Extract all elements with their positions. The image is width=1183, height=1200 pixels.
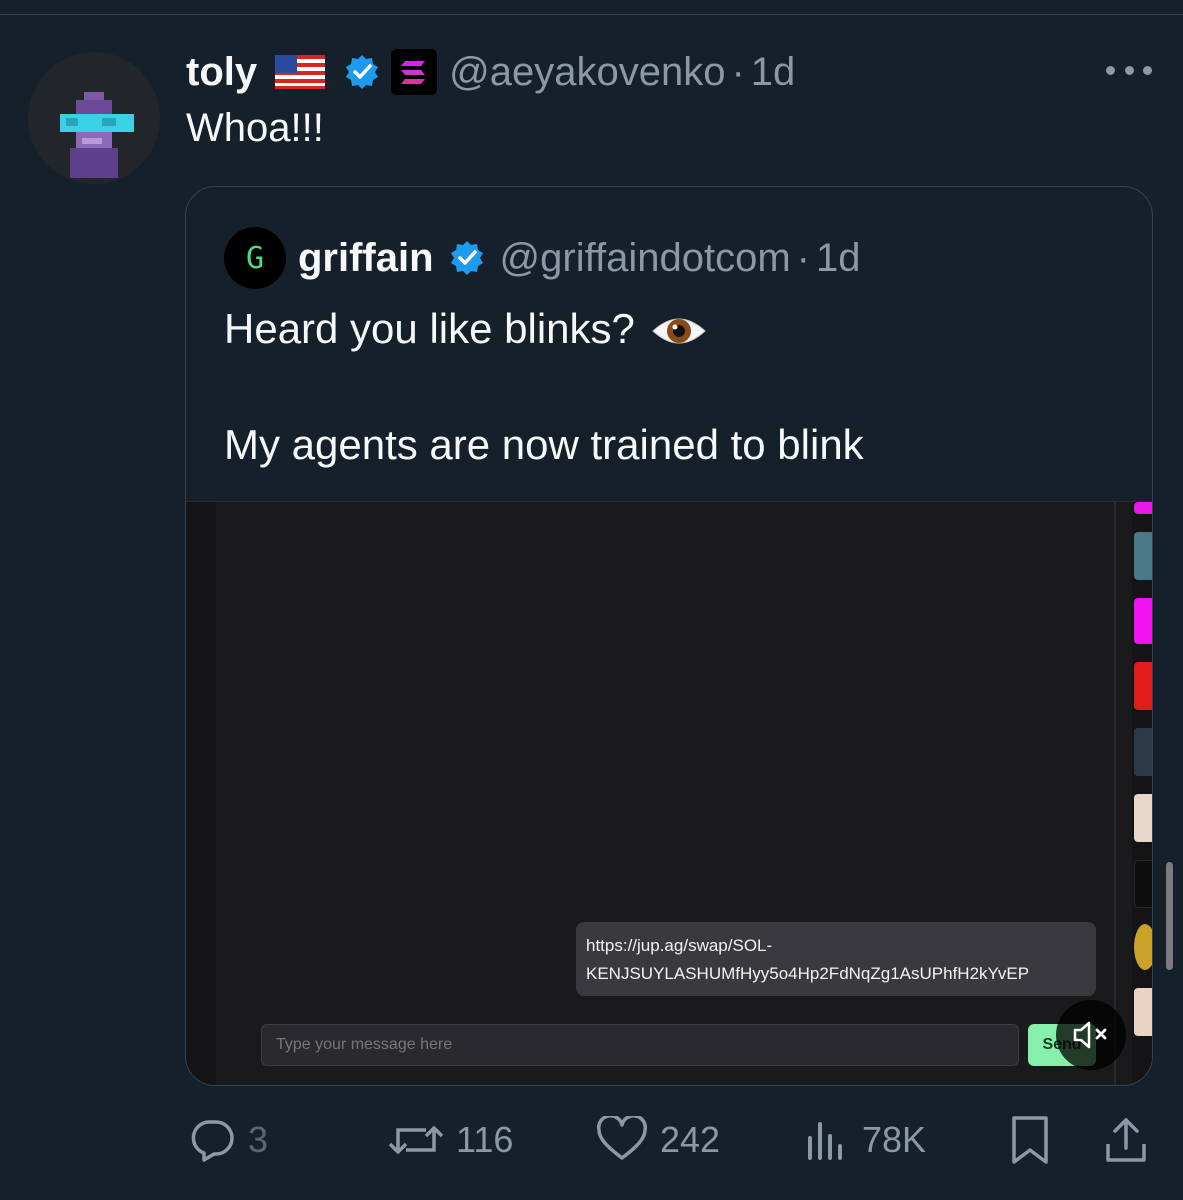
quoted-author-handle[interactable]: @griffaindotcom xyxy=(500,236,791,281)
pixel-avatar-icon xyxy=(60,92,134,178)
like-button[interactable]: 242 xyxy=(596,1110,720,1170)
video-divider xyxy=(1114,502,1116,1085)
repost-button[interactable]: 116 xyxy=(388,1110,513,1170)
thumbnail xyxy=(1134,662,1152,710)
share-button[interactable] xyxy=(1102,1110,1150,1170)
author-name[interactable]: toly xyxy=(186,50,257,95)
eye-emoji-icon xyxy=(651,311,707,347)
tweet-text: Whoa!!! xyxy=(186,106,324,150)
tweet-actions: 3 116 242 78K xyxy=(0,1110,1183,1170)
views-count: 78K xyxy=(862,1119,927,1160)
verified-badge-icon xyxy=(448,239,486,277)
thumbnail xyxy=(1134,860,1152,908)
quoted-tweet-header: G griffain @griffaindotcom · 1d xyxy=(224,227,861,289)
tweet-time[interactable]: 1d xyxy=(751,50,796,95)
views-button[interactable]: 78K xyxy=(802,1110,926,1170)
quoted-tweet[interactable]: G griffain @griffaindotcom · 1d Heard yo… xyxy=(185,186,1153,1086)
chat-message-bubble: https://jup.ag/swap/SOL- KENJSUYLASHUMfH… xyxy=(576,922,1096,996)
thumbnail xyxy=(1134,988,1152,1036)
thumbnail xyxy=(1134,532,1152,580)
more-icon[interactable] xyxy=(1106,62,1152,78)
thumbnail xyxy=(1134,598,1152,644)
separator-dot: · xyxy=(796,235,810,280)
video-left-sidebar xyxy=(186,502,216,1085)
message-input[interactable]: Type your message here xyxy=(261,1024,1019,1066)
like-count: 242 xyxy=(660,1119,721,1160)
quoted-author-name[interactable]: griffain xyxy=(298,236,434,281)
repost-icon xyxy=(388,1126,444,1154)
like-icon xyxy=(596,1116,648,1160)
views-icon xyxy=(808,1122,842,1160)
quoted-avatar-letter: G xyxy=(245,240,265,276)
bookmark-icon xyxy=(1012,1116,1048,1164)
quoted-text-line2: My agents are now trained to blink xyxy=(224,421,864,468)
verified-badge-icon[interactable] xyxy=(343,53,381,91)
reply-icon xyxy=(191,1120,234,1162)
reply-count: 3 xyxy=(248,1119,269,1160)
thumbnail xyxy=(1134,502,1152,514)
video-player[interactable]: https://jup.ag/swap/SOL- KENJSUYLASHUMfH… xyxy=(186,501,1152,1085)
repost-count: 116 xyxy=(456,1119,514,1160)
message-input-placeholder: Type your message here xyxy=(276,1036,453,1053)
mute-icon[interactable] xyxy=(1056,1000,1126,1070)
flag-us-icon xyxy=(275,55,326,89)
reply-button[interactable]: 3 xyxy=(188,1110,268,1170)
quoted-text-line1-wrap: Heard you like blinks? xyxy=(224,305,707,353)
quoted-tweet-time[interactable]: 1d xyxy=(816,236,861,281)
tweet-header: toly @aeyakovenko · 1d xyxy=(186,44,795,100)
bookmark-button[interactable] xyxy=(1008,1110,1052,1170)
quoted-author-avatar[interactable]: G xyxy=(224,227,286,289)
message-link-line2: KENJSUYLASHUMfHyy5o4Hp2FdNqZg1AsUPhfH2kY… xyxy=(586,964,1030,983)
thumbnail xyxy=(1134,794,1152,842)
quoted-text-line1: Heard you like blinks? xyxy=(224,305,635,352)
author-avatar[interactable] xyxy=(28,52,160,184)
message-link-line1: https://jup.ag/swap/SOL- xyxy=(586,936,773,955)
separator-dot: · xyxy=(731,49,745,94)
thumbnail xyxy=(1134,728,1152,776)
page-scrollbar[interactable] xyxy=(1166,862,1173,970)
share-icon xyxy=(1106,1118,1146,1162)
solana-icon xyxy=(391,49,438,95)
author-handle[interactable]: @aeyakovenko xyxy=(449,50,725,95)
thumbnail xyxy=(1134,924,1152,970)
top-divider xyxy=(0,14,1183,15)
